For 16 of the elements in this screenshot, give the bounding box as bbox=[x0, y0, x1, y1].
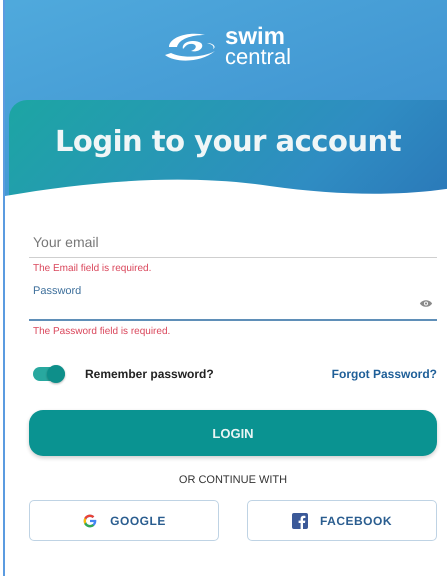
facebook-f-icon bbox=[292, 512, 308, 528]
toggle-switch[interactable] bbox=[33, 367, 65, 381]
forgot-password-link[interactable]: Forgot Password? bbox=[332, 367, 437, 381]
logo-wordmark: central bbox=[224, 48, 292, 67]
google-g-icon bbox=[82, 512, 98, 528]
error-message: The Email field is required. bbox=[32, 262, 152, 276]
login-button[interactable]: LOGIN bbox=[29, 410, 437, 456]
page-title: Login to your account bbox=[54, 124, 402, 160]
error-message: The Password field is required. bbox=[32, 325, 172, 339]
eye-icon[interactable] bbox=[419, 299, 433, 308]
password-field[interactable]: Password bbox=[29, 281, 437, 321]
remember-label: Remember password? bbox=[85, 367, 215, 381]
facebook-login-button[interactable]: FACEBOOK bbox=[247, 500, 437, 541]
google-login-button[interactable]: GOOGLE bbox=[29, 500, 219, 541]
logo-wordmark: swim bbox=[224, 27, 285, 48]
divider-text: OR CONTINUE WITH bbox=[178, 474, 288, 486]
